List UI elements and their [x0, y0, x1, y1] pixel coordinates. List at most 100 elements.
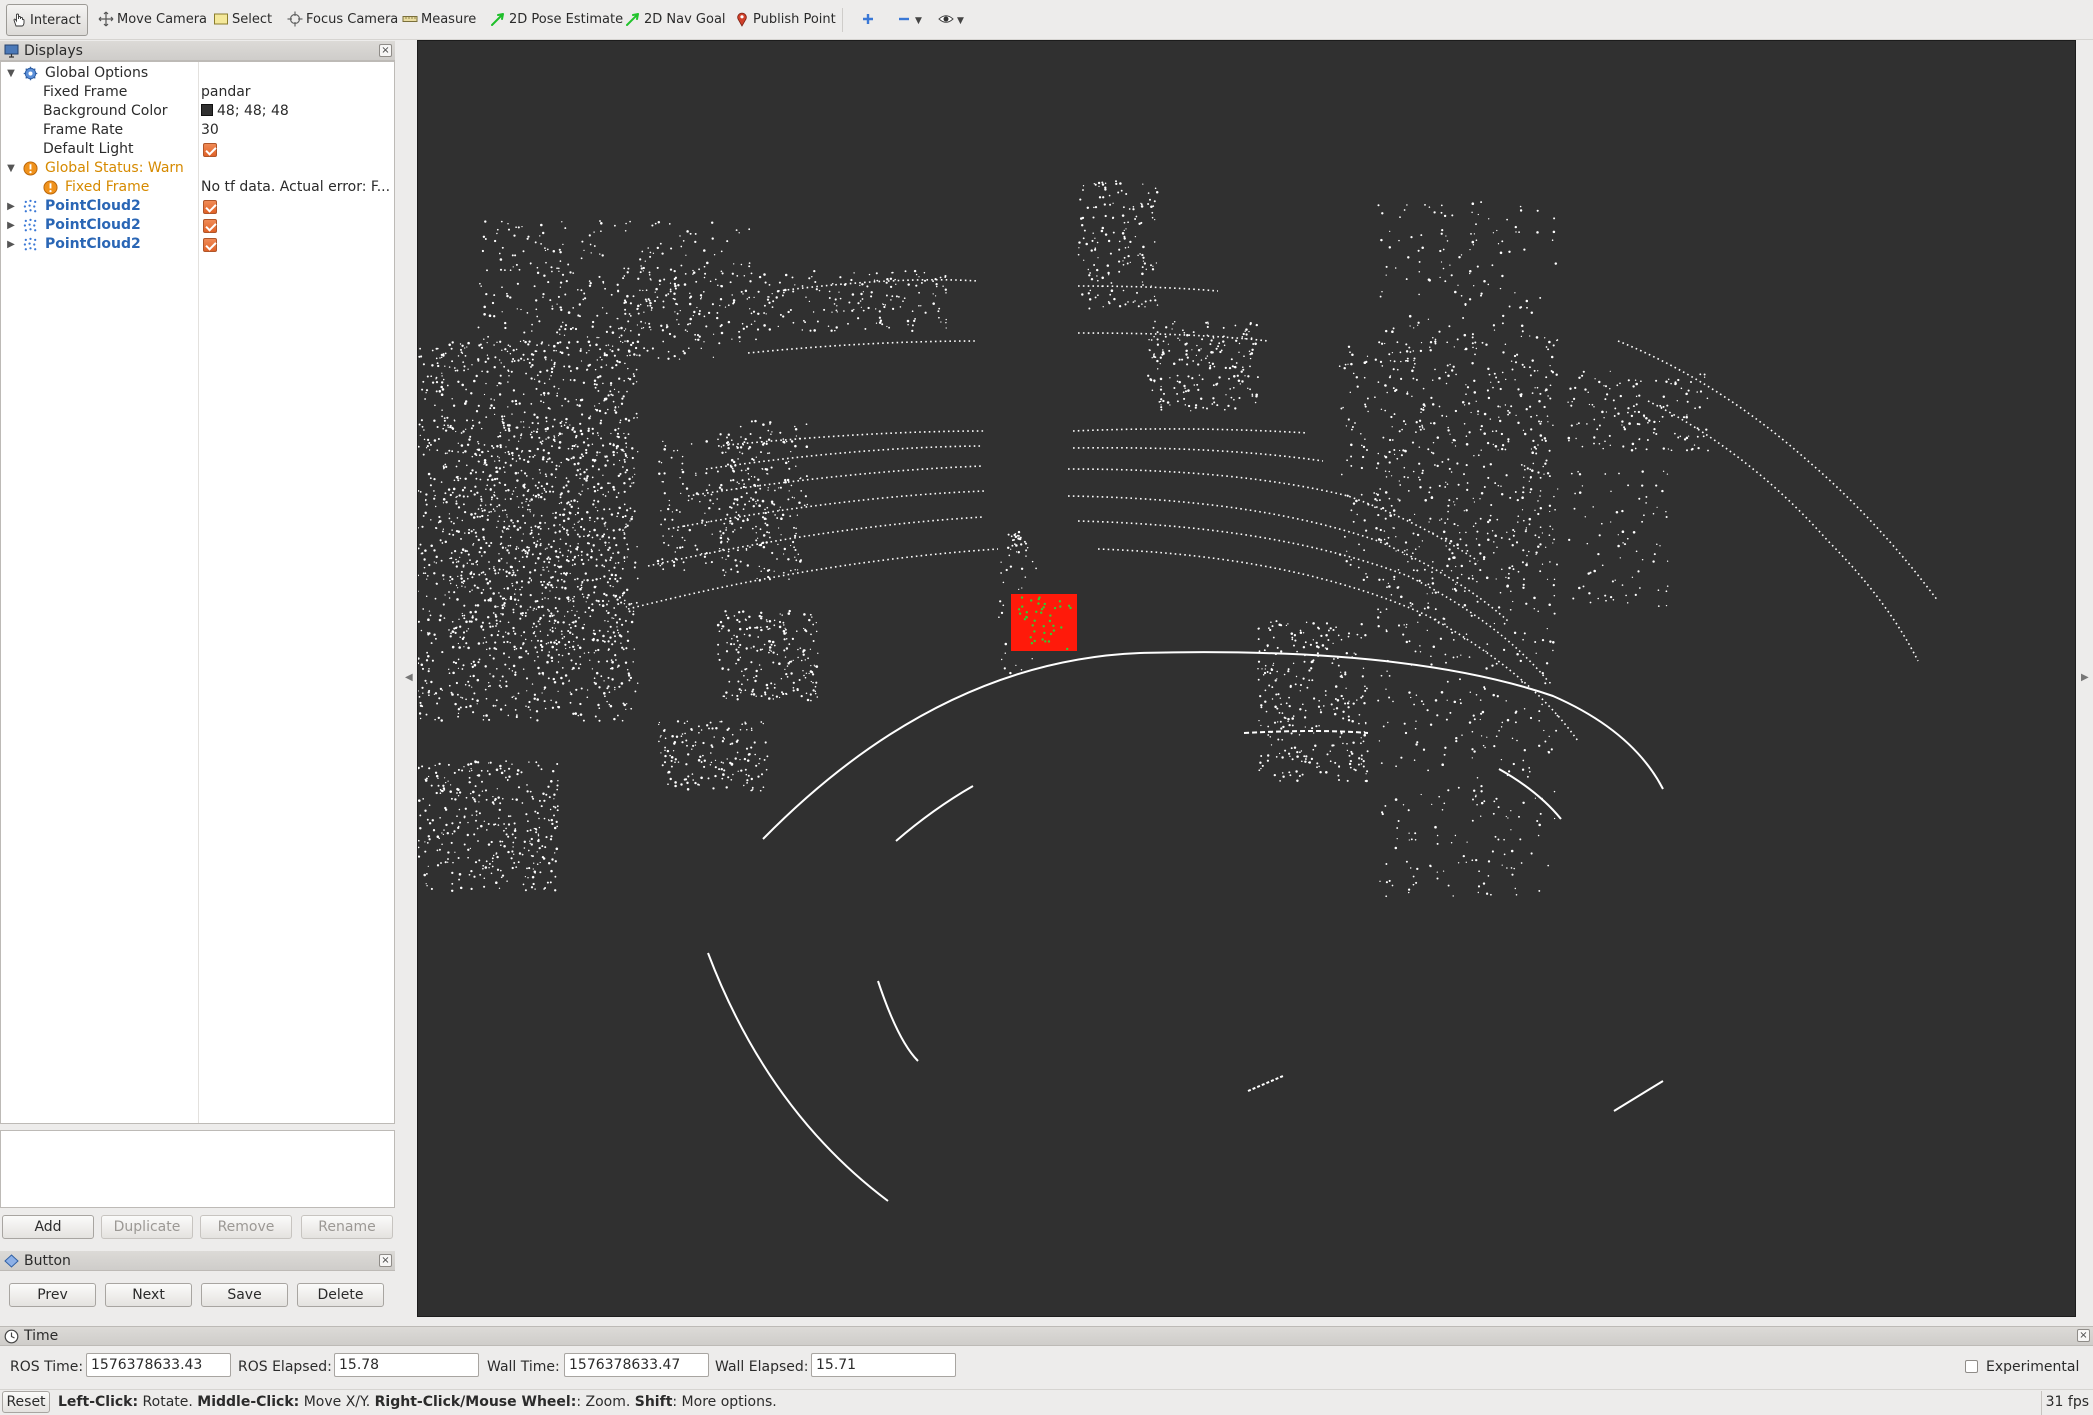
background-color-value[interactable]: 48; 48; 48 — [201, 102, 394, 121]
lidar-point — [603, 575, 606, 578]
lidar-point — [676, 529, 679, 531]
panels-dropdown[interactable]: ▼ — [938, 4, 964, 36]
lidar-point — [669, 290, 672, 293]
measure-tool[interactable]: Measure — [402, 4, 476, 36]
lidar-point — [671, 518, 674, 521]
move-camera-tool[interactable]: Move Camera — [98, 4, 207, 36]
lidar-point — [493, 399, 495, 401]
collapse-left-arrow[interactable]: ◀ — [405, 672, 415, 683]
tree-row-global-options[interactable]: ▼ Global Options — [1, 64, 394, 83]
select-tool[interactable]: Select — [213, 4, 272, 36]
duplicate-display-button[interactable]: Duplicate — [101, 1215, 193, 1239]
lidar-point — [504, 348, 506, 350]
lidar-point — [541, 583, 544, 587]
lidar-point — [437, 364, 440, 368]
lidar-point — [1142, 260, 1145, 262]
lidar-point — [618, 459, 621, 462]
remove-tool-dropdown[interactable]: ▼ — [896, 4, 922, 36]
tree-row-pointcloud-2[interactable]: ▶ PointCloud2 — [1, 216, 394, 235]
add-tool-button[interactable] — [860, 4, 879, 36]
pose-estimate-tool[interactable]: 2D Pose Estimate — [490, 4, 623, 36]
plus-icon — [863, 13, 873, 24]
collapse-right-arrow[interactable]: ▶ — [2081, 672, 2091, 683]
lidar-point — [902, 300, 904, 303]
lidar-point — [1418, 613, 1421, 617]
lidar-point — [1492, 386, 1494, 389]
expand-arrow-icon[interactable]: ▶ — [5, 197, 17, 216]
lidar-point — [740, 769, 743, 772]
lidar-point — [587, 364, 590, 367]
lidar-point — [736, 518, 740, 521]
lidar-point — [1193, 384, 1196, 386]
expand-arrow-icon[interactable]: ▼ — [5, 159, 17, 178]
expand-arrow-icon[interactable]: ▶ — [5, 216, 17, 235]
lidar-point — [716, 498, 719, 500]
lidar-point — [420, 629, 423, 632]
tree-row-status-fixed-frame[interactable]: Fixed Frame No tf data. Actual error: F.… — [1, 178, 394, 197]
lidar-point — [1384, 409, 1387, 412]
rename-display-button[interactable]: Rename — [301, 1215, 393, 1239]
pointcloud-checkbox[interactable] — [203, 238, 217, 252]
lidar-point — [559, 513, 562, 516]
lidar-point — [1593, 436, 1596, 439]
lidar-point — [507, 427, 511, 430]
lidar-point — [628, 610, 631, 613]
next-button[interactable]: Next — [105, 1283, 192, 1307]
lidar-point — [1374, 396, 1376, 399]
lidar-point — [1092, 232, 1094, 234]
lidar-point — [546, 660, 549, 664]
lidar-point — [754, 320, 756, 322]
lidar-point — [1440, 261, 1443, 263]
lidar-point — [1134, 218, 1137, 220]
save-button[interactable]: Save — [201, 1283, 288, 1307]
lidar-point — [425, 493, 428, 496]
lidar-point — [1483, 432, 1486, 435]
lidar-point — [533, 285, 536, 288]
publish-point-tool[interactable]: Publish Point — [734, 4, 836, 36]
fixed-frame-value[interactable]: pandar — [201, 83, 394, 102]
close-icon[interactable]: × — [379, 1254, 392, 1267]
tree-row-frame-rate[interactable]: Frame Rate 30 — [1, 121, 394, 140]
lidar-point — [504, 704, 507, 707]
lidar-point — [505, 598, 507, 601]
lidar-point — [1459, 678, 1461, 681]
tree-row-global-status[interactable]: ▼ Global Status: Warn — [1, 159, 394, 178]
delete-button[interactable]: Delete — [297, 1283, 384, 1307]
lidar-point — [681, 470, 685, 474]
add-display-button[interactable]: Add — [2, 1215, 94, 1239]
expand-arrow-icon[interactable]: ▼ — [5, 64, 17, 83]
lidar-point — [526, 508, 529, 511]
render-viewport[interactable] — [417, 40, 2076, 1317]
lidar-point — [1685, 449, 1689, 452]
prev-button[interactable]: Prev — [9, 1283, 96, 1307]
lidar-point — [529, 511, 531, 513]
lidar-point — [567, 490, 570, 493]
frame-rate-value[interactable]: 30 — [201, 121, 394, 140]
lidar-point — [539, 495, 543, 499]
lidar-point — [1471, 211, 1473, 214]
close-icon[interactable]: × — [379, 44, 392, 57]
focus-camera-tool[interactable]: Focus Camera — [287, 4, 398, 36]
lidar-point — [1460, 573, 1463, 576]
lidar-point — [583, 652, 586, 654]
lidar-point — [1444, 653, 1447, 656]
lidar-point — [1578, 376, 1581, 380]
tree-row-fixed-frame[interactable]: Fixed Frame pandar — [1, 83, 394, 102]
nav-goal-tool[interactable]: 2D Nav Goal — [625, 4, 726, 36]
remove-display-button[interactable]: Remove — [200, 1215, 292, 1239]
interact-tool[interactable]: Interact — [6, 4, 88, 36]
tree-row-background-color[interactable]: Background Color 48; 48; 48 — [1, 102, 394, 121]
lidar-point — [633, 566, 636, 569]
lidar-point — [1385, 688, 1387, 690]
tree-row-pointcloud-1[interactable]: ▶ PointCloud2 — [1, 197, 394, 216]
default-light-checkbox[interactable] — [203, 143, 217, 157]
tree-row-pointcloud-3[interactable]: ▶ PointCloud2 — [1, 235, 394, 254]
lidar-point — [426, 445, 429, 448]
pointcloud-checkbox[interactable] — [203, 200, 217, 214]
tree-row-default-light[interactable]: Default Light — [1, 140, 394, 159]
lidar-point — [1284, 749, 1287, 752]
pointcloud-checkbox[interactable] — [203, 219, 217, 233]
expand-arrow-icon[interactable]: ▶ — [5, 235, 17, 254]
lidar-point — [516, 520, 519, 523]
lidar-point — [1218, 376, 1221, 379]
